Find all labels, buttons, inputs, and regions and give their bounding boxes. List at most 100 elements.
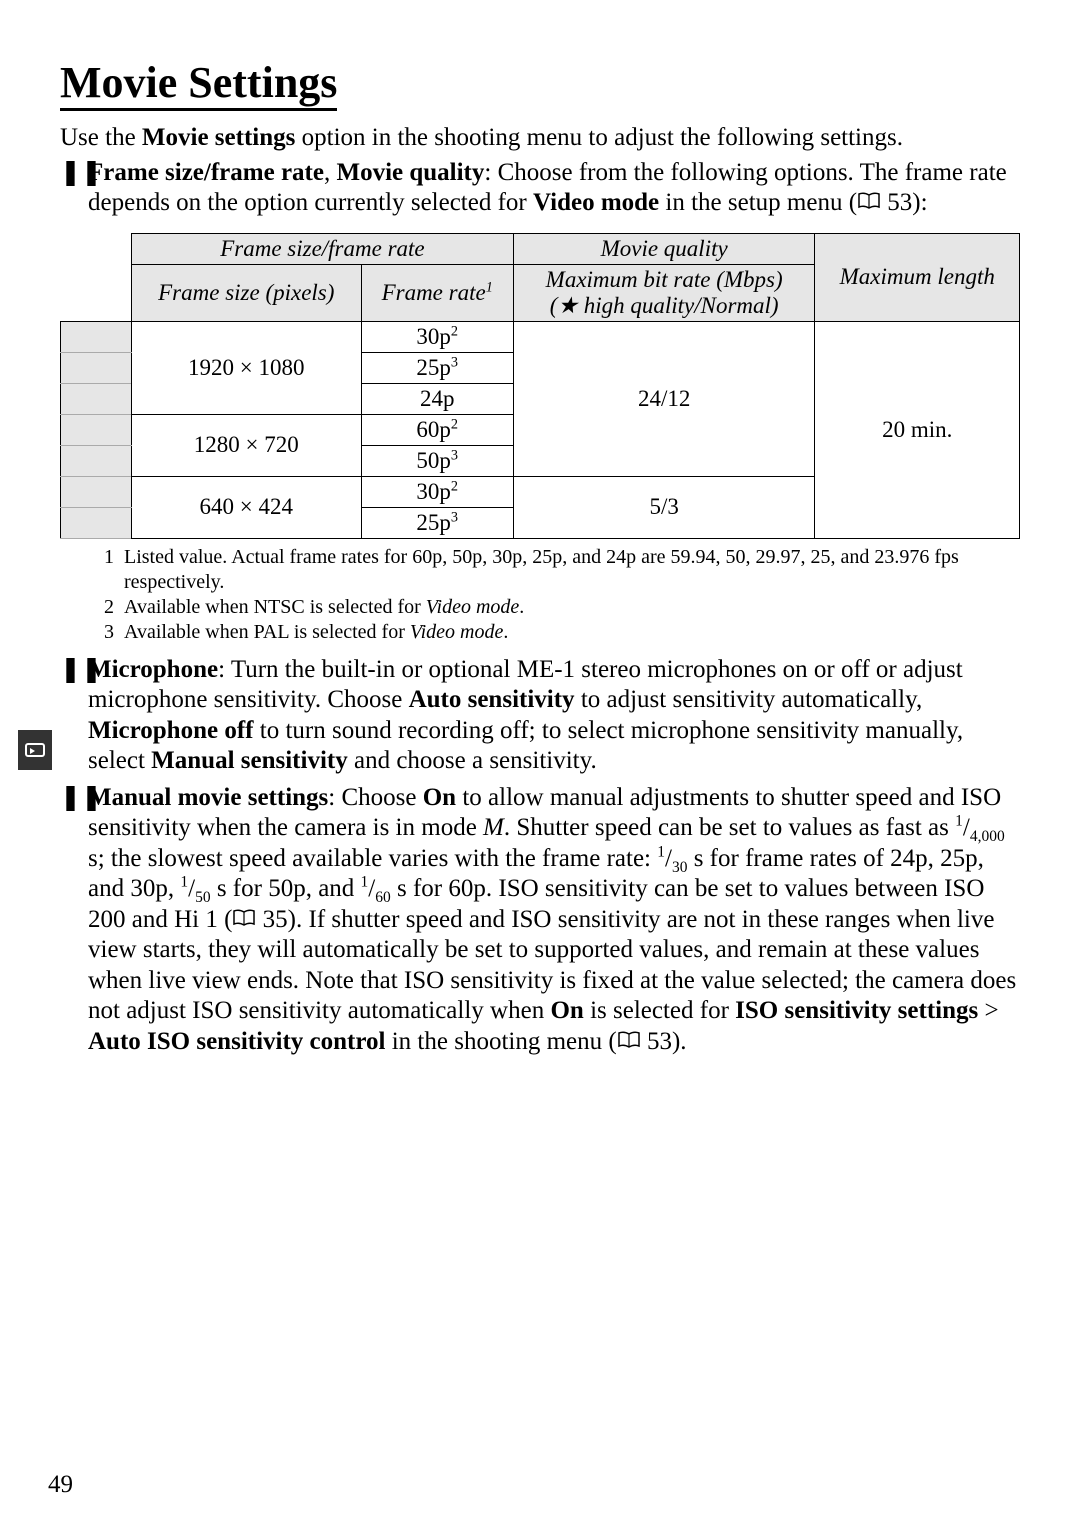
bullet-glyph: ❚❚: [60, 655, 88, 686]
fraction: 1/4,000: [955, 814, 1005, 841]
bullet-content: Microphone: Turn the built-in or optiona…: [88, 655, 1020, 777]
bold-text: Manual sensitivity: [151, 747, 348, 774]
page-number: 49: [48, 1471, 73, 1499]
preset-icon-cell: [61, 321, 132, 352]
cell-rate: 60p2: [361, 414, 513, 445]
cell-maxlen: 20 min.: [815, 321, 1020, 538]
col-framesize: Frame size (pixels): [132, 264, 362, 321]
bullet-glyph: ❚❚: [60, 783, 88, 814]
text: 30p: [416, 324, 451, 349]
book-icon: [857, 188, 881, 219]
cell-quality: 5/3: [513, 476, 815, 538]
footnote-number: 1: [104, 545, 124, 595]
bullet-content: Manual movie settings: Choose On to allo…: [88, 783, 1020, 1058]
cell-rate: 25p3: [361, 352, 513, 383]
cell-rate: 25p3: [361, 507, 513, 538]
text: s; the slowest speed available varies wi…: [88, 845, 657, 872]
text: Maximum bit rate (Mbps): [546, 267, 783, 292]
cell-quality: 24/12: [513, 321, 815, 476]
settings-table: Frame size/frame rate Movie quality Maxi…: [60, 233, 1020, 539]
text: 30p: [416, 479, 451, 504]
text: and choose a sensitivity.: [348, 747, 597, 774]
text: in the shooting menu (: [385, 1028, 616, 1055]
footnote-text: Available when NTSC is selected for Vide…: [124, 595, 524, 620]
table-row: 1920 × 1080 30p2 24/12 20 min.: [61, 321, 1020, 352]
preset-icon-cell: [61, 352, 132, 383]
text: : Choose: [328, 784, 422, 811]
footnote-ref: 2: [451, 416, 458, 432]
preset-icon-cell: [61, 507, 132, 538]
bold-text: Frame size/frame rate: [88, 159, 324, 186]
fraction: 1/60: [361, 875, 391, 902]
mode-letter: M: [483, 814, 504, 841]
footnote-text: Available when PAL is selected for Video…: [124, 620, 508, 645]
page-ref: 53: [887, 189, 912, 216]
text: s for 50p, and: [211, 875, 361, 902]
book-icon: [617, 1027, 641, 1058]
footnote: 3Available when PAL is selected for Vide…: [104, 620, 1020, 645]
cell-size: 1920 × 1080: [132, 321, 362, 414]
text: 25p: [416, 510, 451, 535]
page-ref: 35: [263, 906, 288, 933]
page-title: Movie Settings: [60, 60, 337, 111]
footnote-ref: 3: [451, 354, 458, 370]
text: Use the: [60, 124, 142, 151]
bullet-manual-movie: ❚❚ Manual movie settings: Choose On to a…: [60, 783, 1020, 1058]
text: ):: [912, 189, 927, 216]
section-tab-icon: [18, 730, 52, 770]
text: . Shutter speed can be set to values as …: [504, 814, 955, 841]
bullet-content: Frame size/frame rate, Movie quality: Ch…: [88, 158, 1020, 219]
cell-size: 640 × 424: [132, 476, 362, 538]
bold-text: Microphone off: [88, 717, 254, 744]
text: 24p: [420, 386, 455, 411]
preset-icon-cell: [61, 414, 132, 445]
bold-text: Movie quality: [336, 159, 484, 186]
text: Frame rate: [382, 280, 486, 305]
col-framesize-rate: Frame size/frame rate: [132, 233, 514, 264]
text: in the setup menu (: [659, 189, 857, 216]
text: 25p: [416, 355, 451, 380]
footnote-ref: 2: [451, 323, 458, 339]
settings-table-wrap: Frame size/frame rate Movie quality Maxi…: [60, 233, 1020, 539]
preset-icon-cell: [61, 476, 132, 507]
col-maxlen: Maximum length: [815, 233, 1020, 321]
bold-text: ISO sensitivity settings: [735, 997, 978, 1024]
table-header-row: Frame size/frame rate Movie quality Maxi…: [61, 233, 1020, 264]
table-footnotes: 1Listed value. Actual frame rates for 60…: [104, 545, 1020, 645]
text: is selected for: [584, 997, 735, 1024]
col-bitrate: Maximum bit rate (Mbps) (★ high quality/…: [513, 264, 815, 321]
footnote-ref: 3: [451, 509, 458, 525]
footnote-text: Listed value. Actual frame rates for 60p…: [124, 545, 1020, 595]
bold-text: Auto ISO sensitivity control: [88, 1028, 385, 1055]
col-framerate: Frame rate1: [361, 264, 513, 321]
bullet-frame-size: ❚❚ Frame size/frame rate, Movie quality:…: [60, 158, 1020, 219]
text: to adjust sensitivity automatically,: [575, 686, 923, 713]
text: ,: [324, 159, 337, 186]
footnote: 2Available when NTSC is selected for Vid…: [104, 595, 1020, 620]
text: ).: [672, 1028, 687, 1055]
bullet-glyph: ❚❚: [60, 158, 88, 189]
page-ref: 53: [647, 1028, 672, 1055]
bold-text: On: [423, 784, 456, 811]
footnote-ref: 3: [451, 447, 458, 463]
footnote: 1Listed value. Actual frame rates for 60…: [104, 545, 1020, 595]
cell-size: 1280 × 720: [132, 414, 362, 476]
fraction: 1/30: [657, 845, 687, 872]
preset-icon-cell: [61, 383, 132, 414]
text: >: [978, 997, 998, 1024]
text: (★ high quality/Normal): [550, 293, 779, 318]
bullet-microphone: ❚❚ Microphone: Turn the built-in or opti…: [60, 655, 1020, 777]
text: 50p: [416, 448, 451, 473]
preset-icon-cell: [61, 445, 132, 476]
bold-text: Microphone: [88, 656, 218, 683]
bold-text: Video mode: [533, 189, 659, 216]
book-icon: [232, 905, 256, 936]
fraction: 1/50: [180, 875, 210, 902]
footnote-number: 3: [104, 620, 124, 645]
cell-rate: 30p2: [361, 476, 513, 507]
col-quality: Movie quality: [513, 233, 815, 264]
bold-text: Manual movie settings: [88, 784, 328, 811]
intro-paragraph: Use the Movie settings option in the sho…: [60, 123, 1020, 154]
footnote-ref: 1: [486, 279, 493, 295]
text: 60p: [416, 417, 451, 442]
